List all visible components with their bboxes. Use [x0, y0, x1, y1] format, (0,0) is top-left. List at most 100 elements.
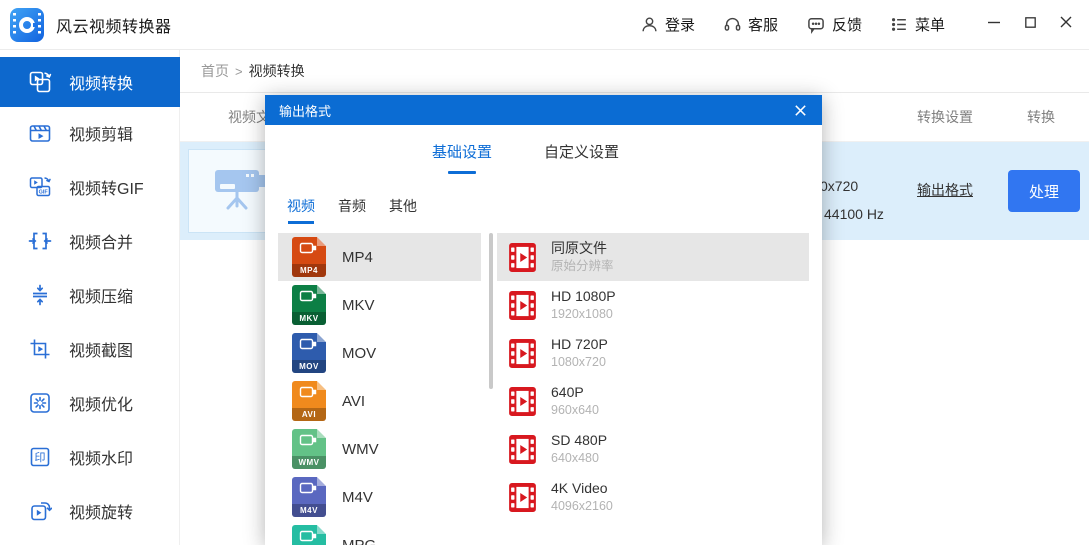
mpg-file-icon: MPG: [292, 525, 326, 545]
film-icon: [509, 387, 536, 416]
app-window: 风云视频转换器 登录 客服: [0, 0, 1089, 545]
film-icon: [509, 291, 536, 320]
sidebar-item-video-optimize[interactable]: 视频优化: [0, 378, 180, 428]
column-header-convert: 转换: [1027, 93, 1055, 142]
video-watermark-icon: 印: [28, 445, 52, 469]
sidebar-item-video-merge[interactable]: 视频合并: [0, 216, 180, 266]
resolution-title: 640P: [551, 383, 599, 402]
sidebar-item-video-to-gif[interactable]: GIF 视频转GIF: [0, 162, 180, 212]
login-button[interactable]: 登录: [640, 14, 695, 35]
resolution-item-640p[interactable]: 640P 960x640: [497, 377, 809, 425]
sidebar-item-video-clip[interactable]: 视频剪辑: [0, 108, 180, 158]
tab-active-underline: [448, 171, 476, 174]
resolution-subtitle: 640x480: [551, 450, 607, 467]
format-item-mpg[interactable]: MPG MPG: [278, 521, 481, 545]
format-item-mkv[interactable]: MKV MKV: [278, 281, 481, 329]
video-convert-icon: [28, 70, 52, 94]
resolution-subtitle: 960x640: [551, 402, 599, 419]
process-button[interactable]: 处理: [1008, 170, 1080, 212]
tab-label: 自定义设置: [544, 144, 619, 161]
subtab-active-underline: [288, 221, 314, 224]
format-label: MKV: [342, 297, 375, 314]
mov-file-icon: MOV: [292, 333, 326, 373]
resolution-item-original[interactable]: 同原文件 原始分辨率: [497, 233, 809, 281]
tab-custom-settings[interactable]: 自定义设置: [544, 141, 619, 174]
subtab-audio[interactable]: 音频: [338, 196, 366, 224]
svg-text:印: 印: [35, 451, 46, 464]
breadcrumb-separator: >: [235, 64, 243, 79]
sidebar-item-video-compress[interactable]: 视频压缩: [0, 270, 180, 320]
output-format-link[interactable]: 输出格式: [917, 180, 973, 200]
sidebar-item-video-rotate[interactable]: 视频旋转: [0, 486, 180, 536]
minimize-icon: [986, 14, 1002, 35]
sidebar-item-video-watermark[interactable]: 印 视频水印: [0, 432, 180, 482]
subtab-label: 其他: [389, 198, 417, 214]
tab-label: 基础设置: [432, 144, 492, 161]
titlebar: 风云视频转换器 登录 客服: [0, 0, 1089, 50]
sidebar: 视频转换 视频剪辑 GIF 视: [0, 50, 180, 545]
modal-header: 输出格式: [265, 95, 822, 125]
sidebar-item-label: 视频转GIF: [69, 175, 144, 199]
sidebar-item-label: 视频剪辑: [69, 121, 133, 145]
resolution-item-hd-1080p[interactable]: HD 1080P 1920x1080: [497, 281, 809, 329]
resolution-item-4k[interactable]: 4K Video 4096x2160: [497, 473, 809, 521]
resolution-title: 4K Video: [551, 479, 613, 498]
modal-title: 输出格式: [279, 101, 331, 120]
modal-close-button[interactable]: [793, 103, 808, 118]
format-label: AVI: [342, 393, 365, 410]
feedback-button[interactable]: 反馈: [806, 14, 862, 35]
resolution-subtitle: 原始分辨率: [551, 258, 614, 275]
format-label: M4V: [342, 489, 373, 506]
app-logo-icon: [10, 8, 44, 42]
subtab-video[interactable]: 视频: [287, 196, 315, 224]
headset-icon: [723, 15, 742, 34]
breadcrumb-home[interactable]: 首页: [201, 61, 229, 81]
video-snapshot-icon: [28, 337, 52, 361]
tab-basic-settings[interactable]: 基础设置: [432, 141, 492, 174]
film-icon: [509, 435, 536, 464]
format-item-avi[interactable]: AVI AVI: [278, 377, 481, 425]
format-item-m4v[interactable]: M4V M4V: [278, 473, 481, 521]
maximize-button[interactable]: [1015, 10, 1045, 40]
subtab-label: 音频: [338, 198, 366, 214]
video-to-gif-icon: GIF: [28, 175, 52, 199]
svg-text:GIF: GIF: [39, 189, 49, 195]
menu-icon: [890, 15, 909, 34]
video-merge-icon: [28, 229, 52, 253]
sidebar-item-label: 视频合并: [69, 229, 133, 253]
resolution-item-hd-720p[interactable]: HD 720P 1080x720: [497, 329, 809, 377]
resolution-title: SD 480P: [551, 431, 607, 450]
sidebar-item-video-convert[interactable]: 视频转换: [0, 57, 180, 107]
format-item-mov[interactable]: MOV MOV: [278, 329, 481, 377]
minimize-button[interactable]: [979, 10, 1009, 40]
resolution-subtitle: 1080x720: [551, 354, 608, 371]
resolution-item-sd-480p[interactable]: SD 480P 640x480: [497, 425, 809, 473]
feedback-label: 反馈: [832, 14, 862, 35]
subtab-other[interactable]: 其他: [389, 196, 417, 224]
resolution-list: 同原文件 原始分辨率 HD 1080P 1920x1080 HD 720P: [497, 233, 809, 521]
format-label: MOV: [342, 345, 376, 362]
close-window-button[interactable]: [1051, 10, 1081, 40]
user-icon: [640, 15, 659, 34]
subtab-label: 视频: [287, 198, 315, 214]
sidebar-item-label: 视频转换: [69, 70, 133, 94]
video-compress-icon: [28, 283, 52, 307]
format-item-wmv[interactable]: WMV WMV: [278, 425, 481, 473]
film-icon: [509, 483, 536, 512]
sidebar-item-video-snapshot[interactable]: 视频截图: [0, 324, 180, 374]
customer-service-label: 客服: [748, 14, 778, 35]
format-item-mp4[interactable]: MP4 MP4: [278, 233, 481, 281]
sidebar-item-label: 视频截图: [69, 337, 133, 361]
output-format-modal: 输出格式 基础设置 自定义设置 视频 音频: [265, 95, 822, 545]
resolution-title: 同原文件: [551, 239, 614, 258]
format-label: MP4: [342, 249, 373, 266]
format-list: MP4 MP4 MKV MKV MOV MOV: [278, 233, 481, 545]
mkv-file-icon: MKV: [292, 285, 326, 325]
mp4-file-icon: MP4: [292, 237, 326, 277]
menu-button[interactable]: 菜单: [890, 14, 945, 35]
format-list-scrollbar[interactable]: [489, 233, 493, 389]
sidebar-item-label: 视频优化: [69, 391, 133, 415]
app-title: 风云视频转换器: [56, 13, 172, 37]
customer-service-button[interactable]: 客服: [723, 14, 778, 35]
video-resolution-text: 0x720: [820, 178, 858, 194]
